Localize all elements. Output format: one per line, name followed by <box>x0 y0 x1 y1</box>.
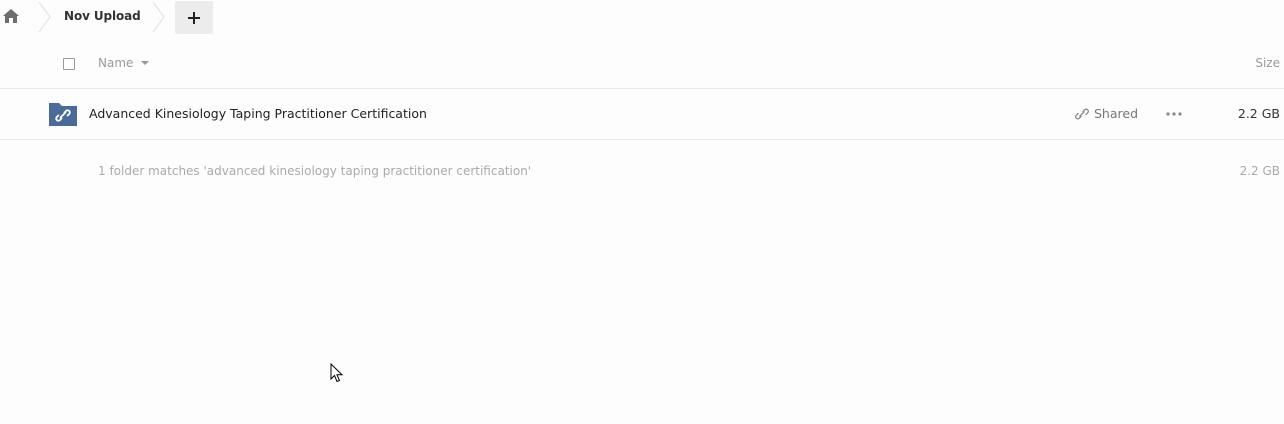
plus-icon <box>188 12 200 24</box>
link-icon <box>1075 108 1089 119</box>
breadcrumb-separator-icon <box>38 2 51 32</box>
new-button[interactable] <box>175 1 213 34</box>
name-column-header[interactable]: Name <box>98 56 150 70</box>
file-list-header: Name Size <box>0 40 1284 89</box>
shared-folder-icon <box>49 103 77 126</box>
more-actions-icon[interactable] <box>1165 108 1183 120</box>
sort-down-icon <box>141 61 150 65</box>
table-row[interactable]: Advanced Kinesiology Taping Practitioner… <box>0 89 1284 140</box>
shared-link-button[interactable]: Shared <box>1075 106 1138 121</box>
files-page: Nov Upload Name Size Advanced Kinesiolog… <box>0 0 1284 424</box>
file-name[interactable]: Advanced Kinesiology Taping Practitioner… <box>89 106 427 121</box>
file-size: 2.2 GB <box>1237 106 1280 121</box>
name-column-label: Name <box>98 56 134 70</box>
breadcrumb: Nov Upload <box>0 0 1284 34</box>
breadcrumb-item-nov-upload[interactable]: Nov Upload <box>64 9 141 23</box>
select-all-checkbox[interactable] <box>63 58 75 70</box>
mouse-cursor-icon <box>330 363 344 383</box>
summary-size: 2.2 GB <box>1239 164 1280 178</box>
home-icon[interactable] <box>3 9 19 23</box>
search-summary-text: 1 folder matches 'advanced kinesiology t… <box>98 164 532 178</box>
breadcrumb-separator-icon <box>152 2 165 32</box>
size-column-header[interactable]: Size <box>1255 56 1280 70</box>
shared-label: Shared <box>1094 106 1139 121</box>
